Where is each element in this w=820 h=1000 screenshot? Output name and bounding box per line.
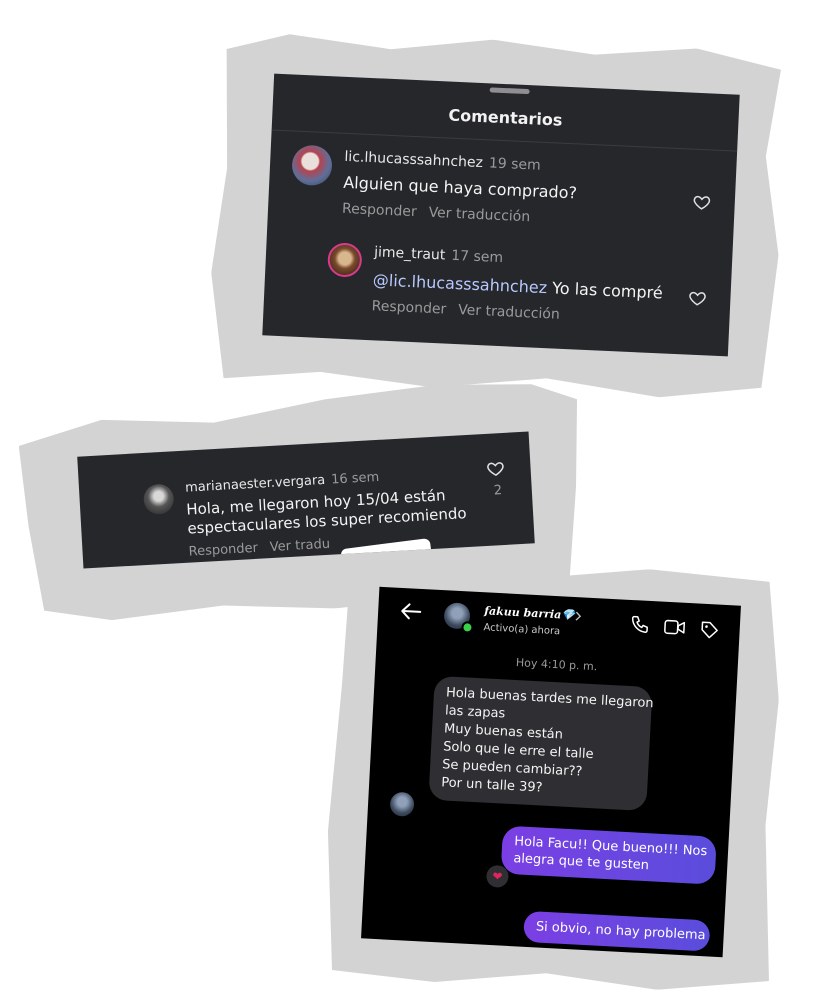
video-call-icon[interactable] xyxy=(663,618,686,637)
see-translation-button[interactable]: Ver traducción xyxy=(428,205,530,226)
avatar[interactable] xyxy=(142,483,175,516)
outgoing-message-bubble[interactable]: Si obvio, no hay problema xyxy=(523,910,711,952)
comment-text: Alguien que haya comprado? xyxy=(342,172,578,203)
comment-username[interactable]: jime_traut xyxy=(374,244,446,263)
see-translation-button[interactable]: Ver traducción xyxy=(458,302,560,323)
like-heart-icon[interactable] xyxy=(688,289,707,308)
heart-reaction-icon[interactable]: ❤ xyxy=(485,864,510,888)
avatar[interactable] xyxy=(327,242,363,278)
tag-icon[interactable] xyxy=(699,620,720,641)
like-count: 2 xyxy=(493,483,503,499)
comments-panel: Comentarios lic.lhucasssahnchez 19 sem Al… xyxy=(262,73,740,357)
comment-actions: Responder Ver traducción xyxy=(342,201,531,226)
comment-header: jime_traut 17 sem xyxy=(374,244,504,266)
comment-username[interactable]: marianaester.vergara xyxy=(185,473,326,496)
comment-username[interactable]: lic.lhucasssahnchez xyxy=(344,149,483,171)
phone-icon[interactable] xyxy=(629,614,650,635)
reply-button[interactable]: Responder xyxy=(188,541,258,560)
like-heart-icon[interactable] xyxy=(486,459,505,478)
chevron-right-icon[interactable] xyxy=(574,611,583,621)
contact-name[interactable]: fakuu barria💎 xyxy=(484,604,575,622)
like-heart-icon[interactable] xyxy=(692,193,711,212)
comment-actions: Responder Ver traducción xyxy=(371,298,560,323)
reply-button[interactable]: Responder xyxy=(342,201,417,220)
comment-body: Yo las compré xyxy=(551,278,664,303)
sender-avatar[interactable] xyxy=(389,791,415,817)
comment-time: 16 sem xyxy=(330,469,380,488)
outgoing-message-bubble[interactable]: Hola Facu!! Que bueno!!! Nos alegra que … xyxy=(500,825,717,885)
comments-title: Comentarios xyxy=(448,105,563,130)
comment-text: @lic.lhucasssahnchez Yo las compré xyxy=(372,270,663,302)
back-arrow-icon[interactable] xyxy=(400,602,423,621)
avatar[interactable] xyxy=(291,144,333,187)
see-translation-button[interactable]: Ver tradu xyxy=(269,537,330,555)
comment-time: 17 sem xyxy=(450,247,504,267)
online-status-dot xyxy=(461,621,474,634)
dm-conversation: fakuu barria💎 Activo(a) ahora Hoy 4:10 p… xyxy=(361,586,741,958)
mention-link[interactable]: @lic.lhucasssahnchez xyxy=(372,270,547,297)
message-timestamp: Hoy 4:10 p. m. xyxy=(515,656,598,674)
reply-button[interactable]: Responder xyxy=(371,298,446,317)
drag-handle[interactable] xyxy=(489,87,530,95)
contact-status: Activo(a) ahora xyxy=(483,622,561,638)
comment-time: 19 sem xyxy=(488,155,542,174)
comment-header: lic.lhucasssahnchez 19 sem xyxy=(344,149,541,174)
incoming-message-bubble[interactable]: Hola buenas tardes me llegaron las zapas… xyxy=(428,675,654,812)
message-line: Si obvio, no hay problema xyxy=(535,919,706,944)
